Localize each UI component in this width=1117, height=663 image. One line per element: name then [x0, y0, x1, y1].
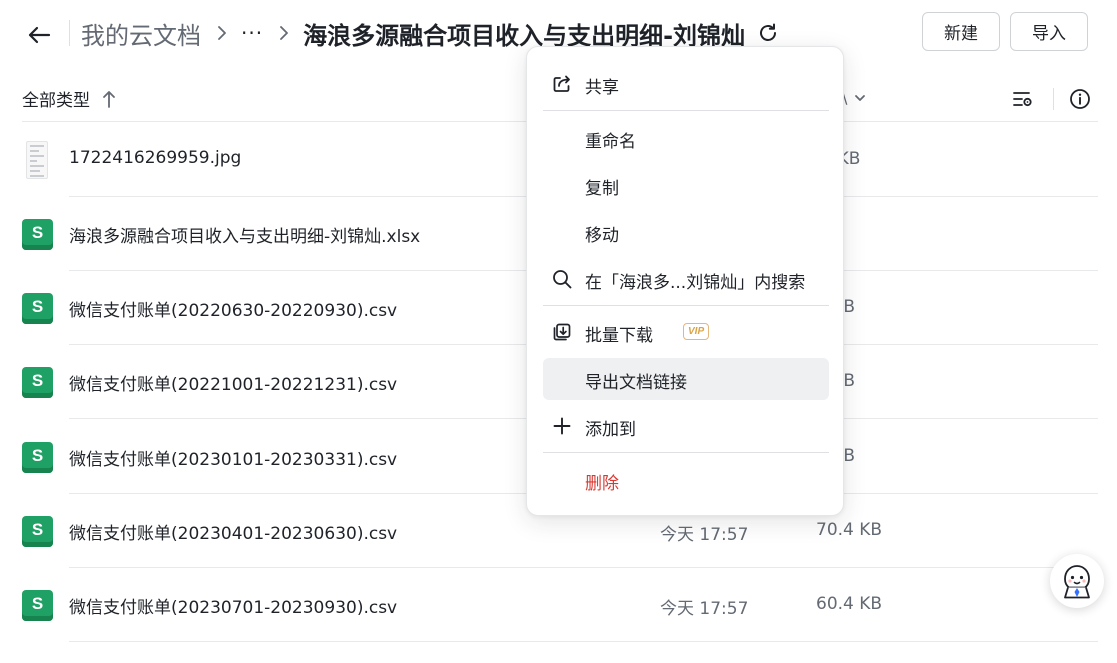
chevron-right-icon [279, 26, 289, 40]
spreadsheet-icon: S [22, 590, 53, 621]
menu-label-add-to: 添加到 [585, 420, 636, 440]
header-divider [69, 20, 70, 46]
share-icon [551, 73, 573, 95]
vip-badge: VIP [683, 323, 710, 340]
menu-label-share: 共享 [585, 78, 619, 98]
assistant-avatar-icon [1064, 565, 1090, 599]
toolbar-divider [1053, 88, 1054, 110]
menu-item-search-in-folder[interactable]: 在「海浪多...刘锦灿」内搜索 [543, 258, 829, 300]
menu-item-batch-download[interactable]: 批量下载 VIP [543, 311, 829, 353]
menu-separator [543, 305, 829, 306]
spreadsheet-icon: S [22, 367, 53, 398]
file-row[interactable]: S 微信支付账单(20230701-20230930).csv 今天 17:57… [0, 568, 1117, 642]
list-settings-icon [1013, 92, 1032, 107]
type-filter-label: 全部类型 [22, 91, 90, 111]
menu-item-copy[interactable]: 复制 [543, 164, 829, 206]
chevron-right-icon [217, 26, 227, 40]
spreadsheet-icon: S [22, 219, 53, 250]
spreadsheet-icon: S [22, 442, 53, 473]
menu-label-search-in: 在「海浪多...刘锦灿」内搜索 [585, 273, 806, 293]
image-file-icon [26, 141, 48, 179]
breadcrumb-more-button[interactable]: ··· [241, 21, 263, 45]
assistant-button[interactable] [1050, 554, 1104, 608]
menu-item-export-links[interactable]: 导出文档链接 [543, 358, 829, 400]
file-size: 70.4 KB [816, 520, 883, 540]
list-settings-button[interactable] [1010, 88, 1036, 110]
refresh-button[interactable] [757, 22, 779, 44]
menu-separator [543, 452, 829, 453]
new-button[interactable]: 新建 [922, 12, 1000, 51]
menu-label-batch-download: 批量下载 [585, 326, 653, 346]
menu-label-copy: 复制 [585, 179, 619, 199]
spreadsheet-icon: S [22, 293, 53, 324]
back-button[interactable] [22, 20, 56, 50]
size-column-sort[interactable]: \ [842, 88, 867, 107]
plus-icon [551, 415, 573, 437]
menu-item-add-to[interactable]: 添加到 [543, 405, 829, 447]
menu-item-share[interactable]: 共享 [543, 63, 829, 105]
chevron-down-icon [855, 94, 866, 101]
menu-label-move: 移动 [585, 226, 619, 246]
menu-label-export-links: 导出文档链接 [585, 373, 687, 393]
file-name: 微信支付账单(20221001-20221231).csv [69, 375, 398, 395]
file-size: 60.4 KB [816, 594, 883, 614]
file-name: 微信支付账单(20220630-20220930).csv [69, 301, 398, 321]
folder-context-menu: 共享 重命名 复制 移动 在「海浪多...刘锦灿」内搜索 批量下载 VIP 导出… [526, 46, 844, 516]
download-icon [551, 321, 573, 343]
info-icon [1070, 89, 1090, 109]
search-icon [551, 268, 573, 290]
menu-item-rename[interactable]: 重命名 [543, 117, 829, 159]
refresh-icon [760, 23, 777, 41]
import-button[interactable]: 导入 [1010, 12, 1088, 51]
menu-item-move[interactable]: 移动 [543, 211, 829, 253]
file-name: 微信支付账单(20230701-20230930).csv [69, 598, 398, 618]
file-name: 微信支付账单(20230101-20230331).csv [69, 450, 398, 470]
file-name: 微信支付账单(20230401-20230630).csv [69, 524, 398, 544]
file-name: 海浪多源融合项目收入与支出明细-刘锦灿.xlsx [69, 227, 421, 247]
file-modified-time: 今天 17:57 [660, 525, 749, 545]
menu-item-delete[interactable]: 删除 [543, 459, 829, 501]
info-button[interactable] [1068, 87, 1092, 111]
menu-label-delete: 删除 [585, 474, 619, 494]
type-filter-dropdown[interactable]: 全部类型 [22, 86, 116, 111]
file-modified-time: 今天 17:57 [660, 599, 749, 619]
menu-separator [543, 110, 829, 111]
sort-up-arrow-icon [102, 90, 116, 108]
arrow-left-icon [28, 26, 51, 44]
spreadsheet-icon: S [22, 516, 53, 547]
file-name: 1722416269959.jpg [69, 148, 242, 168]
breadcrumb-root-link[interactable]: 我的云文档 [81, 16, 201, 51]
menu-label-rename: 重命名 [585, 132, 636, 152]
